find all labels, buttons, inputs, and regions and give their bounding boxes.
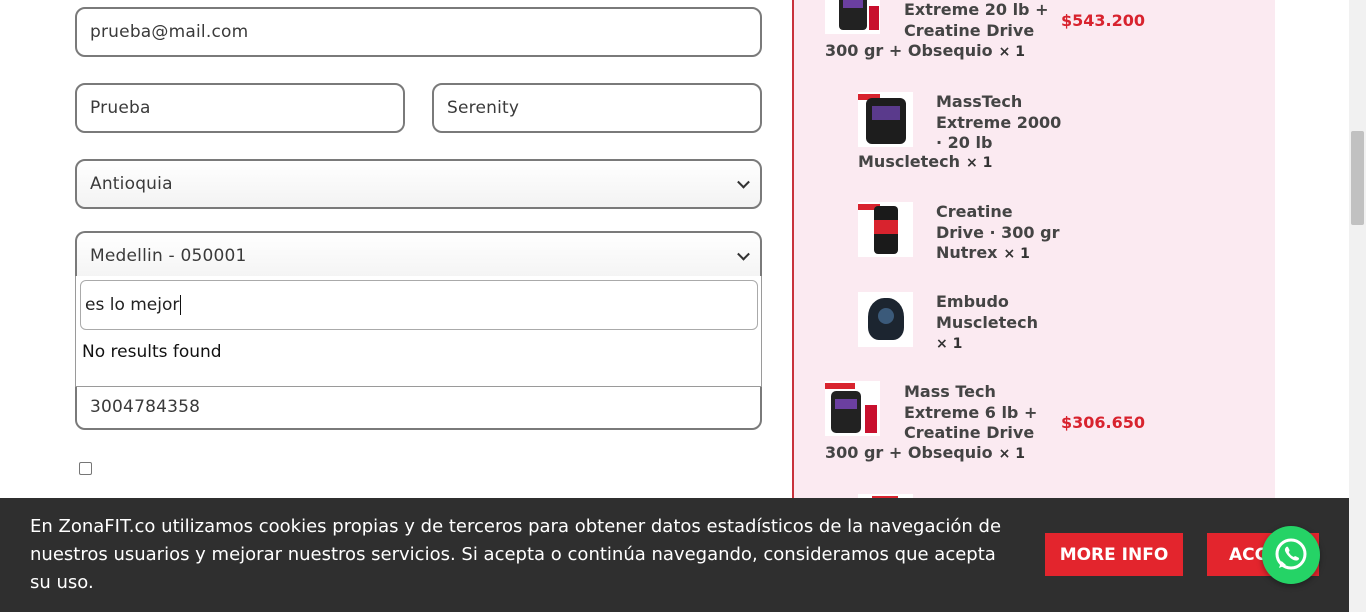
name-line: Creatine Drive xyxy=(904,20,1035,40)
name-tail: 300 gr + Obsequio xyxy=(825,41,993,60)
product-thumbnail xyxy=(858,92,913,147)
last-name-field[interactable]: Serenity xyxy=(432,83,762,133)
order-item-name-tail: 300 gr + Obsequio × 1 xyxy=(825,41,1025,63)
name-line: Creatine xyxy=(936,202,1013,221)
first-name-field[interactable]: Prueba xyxy=(75,83,405,133)
first-name-value: Prueba xyxy=(90,98,151,118)
product-thumbnail xyxy=(858,202,913,257)
last-name-value: Serenity xyxy=(447,98,520,118)
scrollbar-thumb[interactable] xyxy=(1351,131,1364,225)
order-item-name: Creatine Drive · 300 gr Nutrex × 1 xyxy=(936,202,1059,265)
cookie-message: En ZonaFIT.co utilizamos cookies propias… xyxy=(30,516,1002,593)
city-select[interactable]: Medellin - 050001 xyxy=(75,231,762,281)
phone-field[interactable]: 3004784358 xyxy=(75,380,762,430)
order-item-name: Extreme 20 lb + Creatine Drive xyxy=(904,0,1048,41)
chevron-down-icon xyxy=(737,247,750,261)
name-line-last: × 1 xyxy=(936,333,1038,355)
page-scrollbar[interactable] xyxy=(1349,0,1366,612)
order-item-name-tail: 300 gr + Obsequio × 1 xyxy=(825,443,1025,465)
name-line: · 20 lb xyxy=(936,133,993,152)
chevron-down-icon xyxy=(737,175,750,189)
phone-value: 3004784358 xyxy=(90,397,201,417)
name-tail: Muscletech xyxy=(858,152,961,171)
name-line: MassTech xyxy=(936,92,1023,111)
name-line: Extreme 2000 xyxy=(936,112,1062,132)
item-price: $543.200 xyxy=(1060,11,1145,30)
item-price: $306.650 xyxy=(1060,413,1145,432)
name-line: Extreme 20 lb + xyxy=(904,0,1049,19)
checkout-page: prueba@mail.com Prueba Serenity Antioqui… xyxy=(0,0,1366,612)
dropdown-search-input[interactable]: es lo mejor xyxy=(80,280,758,330)
search-text: es lo mejor xyxy=(85,295,182,315)
name-line: Mass Tech xyxy=(904,382,996,401)
department-value: Antioquia xyxy=(90,174,173,194)
department-select[interactable]: Antioquia xyxy=(75,159,762,209)
item-quantity: × 1 xyxy=(1003,246,1030,262)
order-item-name: Embudo Muscletech × 1 xyxy=(936,292,1038,355)
city-dropdown: es lo mejor No results found xyxy=(75,276,762,387)
item-quantity: × 1 xyxy=(936,336,963,352)
name-tail: Nutrex xyxy=(936,243,998,262)
name-line: Muscletech xyxy=(936,312,1039,332)
order-item-name-tail: Muscletech × 1 xyxy=(858,152,992,174)
text-caret xyxy=(180,295,182,315)
name-line: Drive · 300 gr xyxy=(936,222,1060,242)
order-item-name: Mass Tech Extreme 6 lb + Creatine Drive xyxy=(904,382,1037,444)
no-results-message: No results found xyxy=(82,342,222,362)
checkbox[interactable] xyxy=(79,462,92,475)
product-thumbnail xyxy=(825,0,880,34)
more-info-button[interactable]: MORE INFO xyxy=(1045,533,1183,576)
item-quantity: × 1 xyxy=(998,44,1025,60)
whatsapp-icon xyxy=(1275,538,1307,570)
name-line: Creatine Drive xyxy=(904,423,1035,442)
email-value: prueba@mail.com xyxy=(90,22,249,42)
name-line: Embudo xyxy=(936,292,1009,311)
cookie-banner: En ZonaFIT.co utilizamos cookies propias… xyxy=(0,498,1349,612)
item-quantity: × 1 xyxy=(998,446,1025,462)
order-item-name: MassTech Extreme 2000 · 20 lb xyxy=(936,92,1061,154)
name-line-last: Nutrex × 1 xyxy=(936,243,1059,265)
name-line: Extreme 6 lb + xyxy=(904,402,1038,422)
search-value: es lo mejor xyxy=(85,295,180,315)
item-quantity: × 1 xyxy=(966,155,993,171)
product-thumbnail xyxy=(858,292,913,347)
product-thumbnail xyxy=(825,381,880,436)
email-field[interactable]: prueba@mail.com xyxy=(75,7,762,57)
whatsapp-button[interactable] xyxy=(1262,526,1320,584)
name-tail: 300 gr + Obsequio xyxy=(825,443,993,462)
city-value: Medellin - 050001 xyxy=(90,246,247,266)
